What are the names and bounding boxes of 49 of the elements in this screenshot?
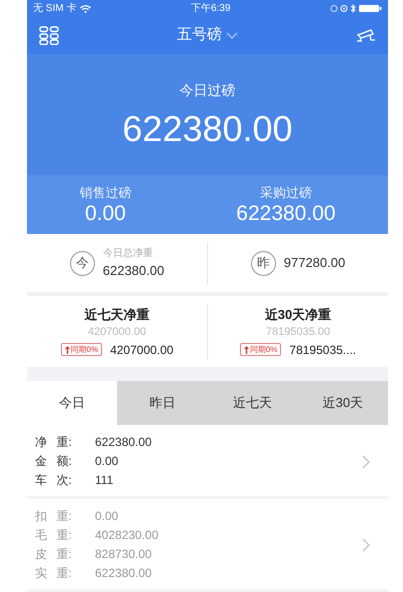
- field-value: 111: [95, 472, 114, 489]
- period-title: 近30天净重: [264, 306, 332, 324]
- carrier-text: 无 SIM 卡: [33, 2, 76, 16]
- field-value: 622380.00: [95, 565, 152, 582]
- arrow-up-icon: [64, 346, 70, 354]
- field-value: 0.00: [95, 453, 118, 470]
- day-badge: 今: [70, 250, 95, 276]
- detail-row[interactable]: 净 重: 622380.00 金 额: 0.00 车 次: 111: [27, 425, 388, 499]
- field-value: 4028230.00: [95, 527, 158, 544]
- field-value: 828730.00: [95, 546, 152, 563]
- period-value: 4207000.00: [110, 342, 174, 359]
- camera-icon[interactable]: [356, 28, 376, 44]
- field-label: 车 次:: [35, 472, 73, 489]
- field-label: 金 额:: [35, 453, 73, 470]
- stat-label: 销售过磅: [78, 184, 132, 202]
- day-label: 今日总净重: [102, 246, 154, 261]
- period-value: 78195035....: [289, 342, 356, 359]
- grid-icon[interactable]: [39, 26, 59, 46]
- field-label: 净 重:: [35, 434, 73, 451]
- trend-tag: 同期0%: [60, 343, 102, 356]
- status-icons: [330, 4, 382, 14]
- period-tab[interactable]: 昨日: [117, 380, 208, 425]
- field-label: 扣 重:: [35, 508, 73, 525]
- day-badge: 昨: [250, 250, 276, 276]
- field-value: 0.00: [95, 508, 118, 525]
- day-value: 622380.00: [102, 262, 164, 280]
- scale-selector[interactable]: 五号磅: [177, 24, 238, 47]
- period-title: 近七天净重: [84, 306, 150, 324]
- wifi-icon: [80, 4, 92, 13]
- field-value: 622380.00: [95, 434, 152, 451]
- period-tab[interactable]: 近七天: [208, 380, 298, 425]
- stat-label: 采购过磅: [258, 184, 313, 202]
- stat-value: 0.00: [84, 202, 127, 226]
- trend-tag: 同期0%: [240, 343, 282, 356]
- chevron-right-icon: [362, 538, 370, 552]
- hero-value: 622380.00: [121, 106, 294, 150]
- field-label: 毛 重:: [35, 527, 73, 544]
- period-reference: 4207000.00: [88, 325, 146, 340]
- stat-value: 622380.00: [235, 202, 337, 226]
- chevron-right-icon: [362, 454, 370, 468]
- field-label: 皮 重:: [35, 546, 73, 563]
- chevron-down-icon: [226, 32, 238, 40]
- period-tab[interactable]: 近30天: [298, 380, 388, 425]
- arrow-up-icon: [244, 346, 249, 354]
- day-value: 977280.00: [284, 254, 346, 272]
- period-reference: 78195035.00: [266, 325, 330, 340]
- field-label: 实 重:: [35, 565, 73, 582]
- hero-label: 今日过磅: [178, 80, 236, 100]
- clock-text: 下午6:39: [190, 2, 230, 16]
